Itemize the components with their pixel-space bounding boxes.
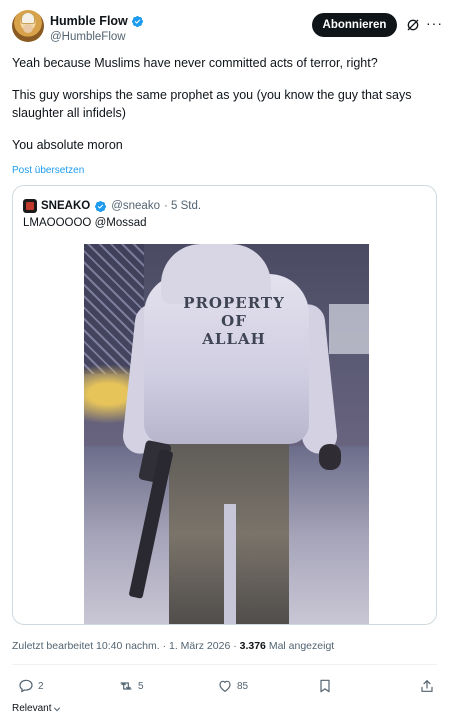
tweet-paragraph: This guy worships the same prophet as yo… — [12, 88, 415, 120]
quote-time: · 5 Std. — [163, 200, 202, 212]
like-icon — [219, 680, 231, 692]
verified-badge-icon — [131, 15, 143, 28]
media-sweatshirt-print: PROPERTY OF ALLAH — [179, 294, 289, 348]
tweet-header: Humble Flow @HumbleFlow Abonnieren ··· — [12, 10, 442, 46]
author-avatar[interactable] — [12, 10, 44, 42]
translate-link[interactable]: Post übersetzen — [12, 165, 84, 176]
reply-icon — [19, 679, 33, 693]
views-label: Mal angezeigt — [265, 640, 335, 652]
media-print-line: ALLAH — [202, 330, 266, 348]
tweet-paragraph: Yeah because Muslims have never committe… — [12, 56, 378, 70]
quote-media-image[interactable]: PROPERTY OF ALLAH — [84, 244, 369, 624]
share-button[interactable] — [419, 676, 435, 696]
more-icon[interactable]: ··· — [426, 16, 444, 32]
avatar-face — [23, 24, 33, 33]
like-button[interactable]: 85 — [217, 676, 248, 696]
quote-text: LMAOOOOO @Mossad — [23, 217, 147, 229]
author-display-name-row[interactable]: Humble Flow — [50, 14, 144, 29]
reply-count: 2 — [38, 680, 44, 692]
like-count: 85 — [237, 680, 249, 692]
divider — [12, 664, 437, 665]
action-bar: 2 5 85 — [12, 676, 437, 698]
quote-author-handle: @sneako — [111, 200, 160, 212]
author-handle[interactable]: @HumbleFlow — [50, 30, 144, 45]
tweet-text: Yeah because Muslims have never committe… — [12, 54, 437, 168]
sort-selector[interactable]: Relevant — [12, 703, 61, 714]
retweet-icon — [120, 682, 132, 690]
author-display-name[interactable]: Humble Flow — [50, 14, 128, 29]
retweet-button[interactable]: 5 — [118, 676, 144, 696]
media-print-line: OF — [221, 312, 247, 330]
quote-author-avatar — [23, 199, 37, 213]
share-icon — [421, 680, 433, 692]
bookmark-icon — [320, 679, 330, 693]
quote-header: SNEAKO @sneako · 5 Std. — [23, 198, 201, 214]
chevron-down-icon — [54, 706, 61, 711]
edited-timestamp[interactable]: Zuletzt bearbeitet 10:40 nachm. · 1. Mär… — [12, 640, 240, 652]
media-background-car — [329, 304, 369, 354]
quote-author-name: SNEAKO — [41, 200, 91, 212]
author-name-block: Humble Flow @HumbleFlow — [50, 12, 144, 45]
reply-button[interactable]: 2 — [18, 676, 44, 696]
tweet-paragraph: You absolute moron — [12, 138, 123, 152]
verified-badge-icon — [95, 200, 107, 212]
tweet-meta: Zuletzt bearbeitet 10:40 nachm. · 1. Mär… — [12, 640, 334, 652]
sort-label: Relevant — [12, 703, 52, 714]
views-count: 3.376 — [239, 640, 266, 652]
media-figure-hand — [319, 444, 341, 470]
quote-tweet-card[interactable]: SNEAKO @sneako · 5 Std. LMAOOOOO @Mossad… — [12, 185, 437, 625]
retweet-count: 5 — [138, 680, 144, 692]
grok-icon[interactable] — [405, 17, 421, 33]
media-print-line: PROPERTY — [183, 294, 285, 312]
follow-button[interactable]: Abonnieren — [312, 13, 397, 37]
bookmark-button[interactable] — [317, 676, 333, 696]
avatar-hat — [21, 12, 35, 24]
media-leg-gap — [224, 504, 236, 624]
